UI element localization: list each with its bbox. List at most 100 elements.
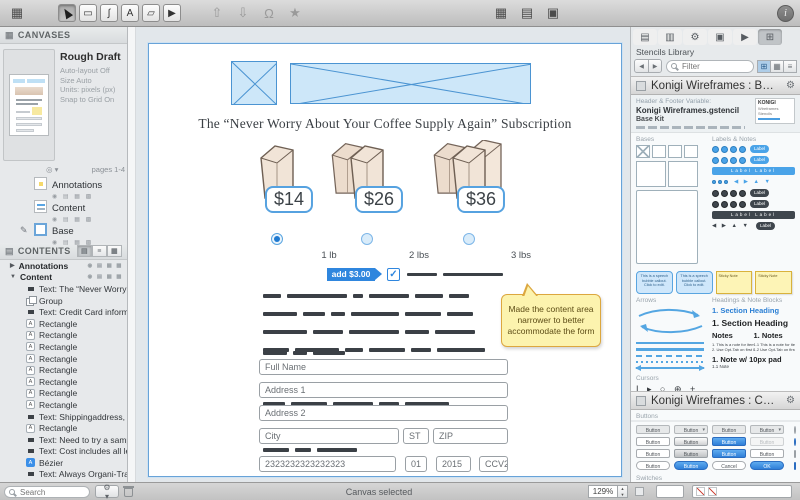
contents-row[interactable]: Rectangle ◉ ▤ ▦ ▩ [0,353,127,365]
plan-option-2lbs[interactable]: $26 2 lbs [315,140,429,268]
properties-inspector-tab[interactable]: ⚙ [683,29,707,45]
layer-thumbnail[interactable] [34,177,47,190]
notes-stencil-heading[interactable]: Notes [712,331,754,340]
contents-row[interactable]: Group ◉ ▤ ▦ ▩ [0,295,127,307]
label-pill-stencil-dark[interactable]: Label [750,200,770,208]
annotation-sticky-note[interactable]: Made the content area narrower to better… [501,283,601,347]
plan-option-1lb[interactable]: $14 1 lb [225,140,337,268]
gear-icon[interactable]: ⚙ [786,80,795,91]
numbered-pin-stencil-dark[interactable] [739,189,746,197]
button-stencil[interactable]: Button [712,425,746,434]
zoom-level[interactable]: 129% [588,485,618,498]
shape-tool[interactable]: ▭ [79,4,97,22]
radio-on-stencil[interactable] [788,437,800,446]
layer-control-icons[interactable]: ◉ ▤ ▦ ▩ [88,263,127,269]
image-placeholder-banner[interactable] [290,63,531,104]
list-view-toggle[interactable]: ≡ [92,245,107,257]
primary-button-stencil[interactable]: Button [712,449,746,458]
numbered-pin-stencil[interactable] [739,156,746,164]
box-stencil[interactable] [668,145,682,158]
line-stencil[interactable] [636,342,704,344]
button-stencil[interactable]: Button [674,437,708,446]
wireframe-title[interactable]: The “Never Worry About Your Coffee Suppl… [149,116,621,132]
mini-arrow-stencils[interactable]: ◀ ▶ ▲ ▼ [734,179,772,185]
stencil-tile-view-toggle[interactable]: ▦ [770,59,784,73]
contents-row[interactable]: Text: Credit Card inform ◉ ▤ ▦ ▩ [0,306,127,318]
label-bar-stencil[interactable]: Label Label [712,167,795,175]
stroke-style-chit[interactable] [708,487,717,496]
price-tag[interactable]: $26 [354,186,404,213]
stencils-tab[interactable]: ⊞ [758,29,782,45]
large-box-stencil[interactable] [636,190,698,264]
full-name-field[interactable]: Full Name [259,359,508,375]
label-pill-stencil[interactable]: Label [750,145,770,153]
hierarchy-view-icon[interactable]: ▤ [516,3,538,23]
style-tray[interactable] [692,485,792,498]
checkbox-on-stencil[interactable] [788,461,800,470]
dropdown-button-stencil[interactable]: Button [674,425,708,434]
state-field[interactable]: ST [403,428,429,444]
dot-stencil[interactable] [718,180,722,184]
canvas-inspector-tab[interactable]: ▥ [658,29,682,45]
numbered-pin-stencil[interactable] [730,156,737,164]
trash-icon[interactable] [123,486,134,497]
sidebar-search-input[interactable] [18,486,85,498]
stencil-forward-button[interactable]: ▶ [648,60,661,72]
grid-view-icon[interactable]: ▦ [490,3,512,23]
numbered-pin-stencil-dark[interactable] [730,200,737,208]
magic-style-icon[interactable]: ★ [284,3,306,23]
layer-annotations[interactable]: Annotations ◉ ▤ ▦ ▩ [0,174,127,200]
contents-row[interactable]: Rectangle ◉ ▤ ▦ ▩ [0,376,127,388]
stencil-group1-header[interactable]: Konigi Wireframes : B… ⚙ [631,76,800,95]
numbered-pin-stencil[interactable] [730,145,737,153]
stencil-list-view-toggle[interactable]: ≡ [783,59,797,73]
numbered-pin-stencil[interactable] [712,156,719,164]
inspector-window-icon[interactable]: ▣ [542,3,564,23]
bring-forward-icon[interactable]: ⇧ [206,3,228,23]
contents-row[interactable]: Text: Cost includes all le ◉ ▤ ▦ ▩ [0,446,127,458]
disabled-button-stencil[interactable]: Button [750,437,784,446]
double-arrow-stencil[interactable] [635,364,705,371]
wireframe-page[interactable]: The “Never Worry About Your Coffee Suppl… [148,43,622,477]
contents-row[interactable]: Rectangle ◉ ▤ ▦ ▩ [0,330,127,342]
box-stencil[interactable] [668,161,698,187]
ok-button-stencil[interactable]: OK [750,461,784,470]
dotted-line-stencil[interactable] [636,361,704,363]
send-backward-icon[interactable]: ⇩ [232,3,254,23]
contents-row[interactable]: Rectangle ◉ ▤ ▦ ▩ [0,399,127,411]
layer-control-icons[interactable]: ◉ ▤ ▦ ▩ [88,274,127,280]
contents-layer-content[interactable]: Content ◉ ▤ ▦ ▩ [0,272,127,284]
numbered-pin-stencil-dark[interactable] [730,189,737,197]
address1-field[interactable]: Address 1 [259,382,508,398]
numbered-pin-stencil[interactable] [721,156,728,164]
numbered-pin-stencil[interactable] [739,145,746,153]
label-pill-stencil[interactable]: Label [750,156,770,164]
action-tool[interactable]: ▶ [163,4,181,22]
pointer-tool[interactable] [58,4,76,22]
dot-stencil[interactable] [724,180,728,184]
contents-row[interactable]: Rectangle ◉ ▤ ▦ ▩ [0,388,127,400]
speech-bubble-stencil[interactable]: This is a speech bubble callout. Click t… [636,271,673,294]
canvas-options-menu[interactable]: ◎ ▾ [46,165,58,174]
canvas-title[interactable]: Rough Draft [60,51,121,63]
contents-row[interactable]: Text: The “Never Worry ◉ ▤ ▦ ▩ [0,283,127,295]
checkbox-off-stencil[interactable] [788,449,800,458]
cancel-button-stencil[interactable]: Cancel [712,461,746,470]
numbered-pin-stencil-dark[interactable] [712,189,719,197]
notes-stencil-heading[interactable]: 1. Notes [754,331,796,340]
contents-row[interactable]: Text: Shippingaddress, l ◉ ▤ ▦ ▩ [0,411,127,423]
contents-layer-annotations[interactable]: Annotations ◉ ▤ ▦ ▩ [0,260,127,272]
numbered-pin-stencil-dark[interactable] [712,200,719,208]
lock-icon[interactable]: Ω [258,3,280,23]
canvas-item[interactable]: Rough Draft Auto-layout Off Size Auto Un… [0,44,127,161]
speech-bubble-stencil[interactable]: This is a speech bubble callout. Click t… [675,271,713,294]
dashed-line-stencil[interactable] [636,355,704,357]
label-bar-stencil-dark[interactable]: Label Label [712,211,795,219]
box-stencil[interactable] [684,145,698,158]
layer-base[interactable]: Base ◉ ▤ ▦ ▩ [0,220,127,246]
stencil-filter-field[interactable] [666,59,754,73]
address2-field[interactable]: Address 2 [259,405,508,421]
stencil-back-button[interactable]: ◀ [635,60,648,72]
note-pad-stencil[interactable]: 1. Note w/ 10px pad [712,355,795,364]
radio-off-stencil[interactable] [788,425,800,434]
